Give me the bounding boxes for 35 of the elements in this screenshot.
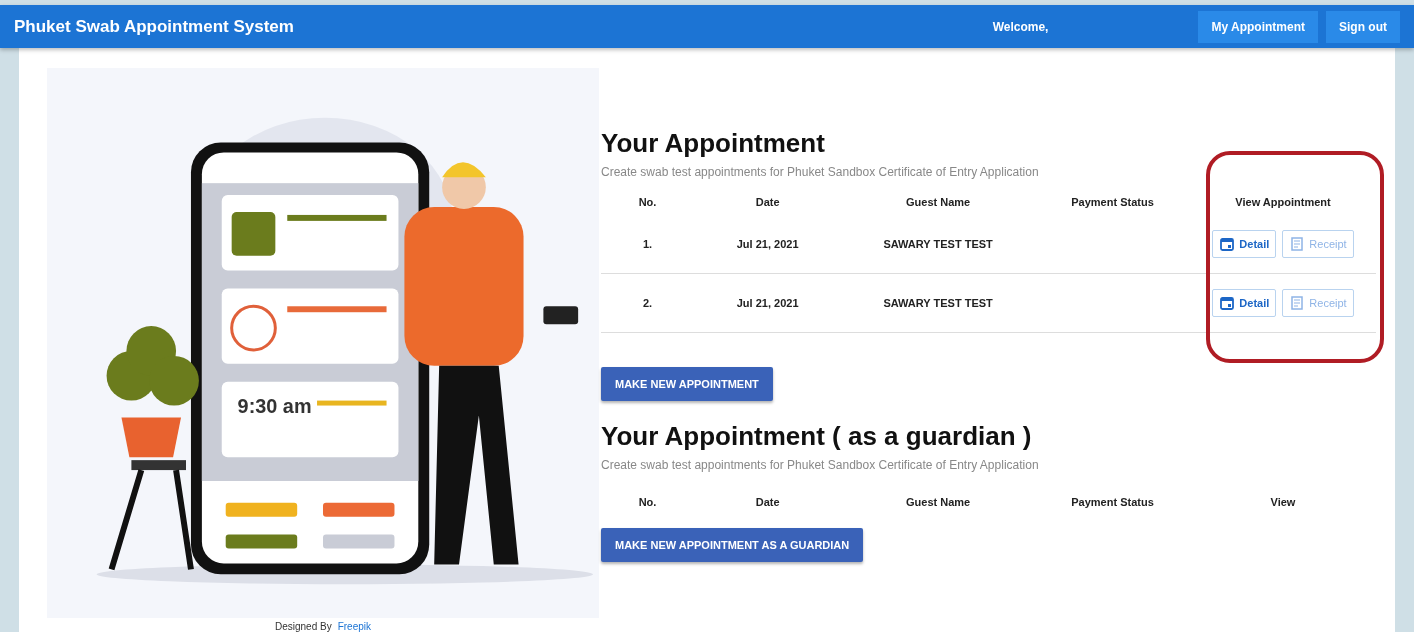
detail-button[interactable]: Detail [1212, 289, 1277, 317]
column-header: Date [754, 496, 781, 508]
table-cell-text: SAWARY TEST TEST [882, 297, 994, 309]
section-title: Your Appointment ( as a guardian ) [601, 421, 1033, 452]
detail-button[interactable]: Detail [1212, 230, 1277, 258]
receipt-icon [1289, 236, 1306, 252]
column-header: No. [637, 196, 658, 208]
column-header: View Appointment [1234, 196, 1332, 208]
receipt-icon [1289, 295, 1306, 311]
calendar-icon [1219, 295, 1236, 311]
column-header: Payment Status [1070, 496, 1155, 508]
section-subtitle: Create swab test appointments for Phuket Sandbox Certificate of Entry Application [601, 458, 1040, 472]
column-header: View [1269, 496, 1297, 508]
time-label: 9:30 am [237, 395, 312, 418]
column-header: Date [754, 196, 781, 208]
section-subtitle: Create swab test appointments for Phuket Sandbox Certificate of Entry Application [601, 165, 1040, 179]
table-cell-text: 2. [641, 297, 654, 309]
new-appointment-button[interactable]: MAKE NEW APPOINTMENT [601, 367, 773, 401]
section-title: Your Appointment [601, 128, 826, 159]
freepik-link[interactable]: Freepik [337, 621, 372, 632]
column-header: Guest Name [905, 496, 972, 508]
table-cell-text: Jul 21, 2021 [735, 297, 800, 309]
column-header: No. [637, 496, 658, 508]
app-title: Phuket Swab Appointment System [14, 16, 295, 37]
nav-button[interactable]: Sign out [1326, 10, 1400, 43]
table-cell-text: 1. [641, 238, 654, 250]
guardian-appointment-button[interactable]: MAKE NEW APPOINTMENT AS A GUARDIAN [601, 528, 864, 562]
table-cell-text: Jul 21, 2021 [735, 238, 800, 250]
calendar-icon [1219, 236, 1236, 252]
column-header: Payment Status [1070, 196, 1155, 208]
credit-text: Designed By [274, 621, 332, 632]
table-cell-text: SAWARY TEST TEST [882, 238, 994, 250]
column-header: Guest Name [905, 196, 972, 208]
nav-button[interactable]: My Appointment [1198, 10, 1318, 43]
welcome-text: Welcome, [992, 19, 1049, 34]
